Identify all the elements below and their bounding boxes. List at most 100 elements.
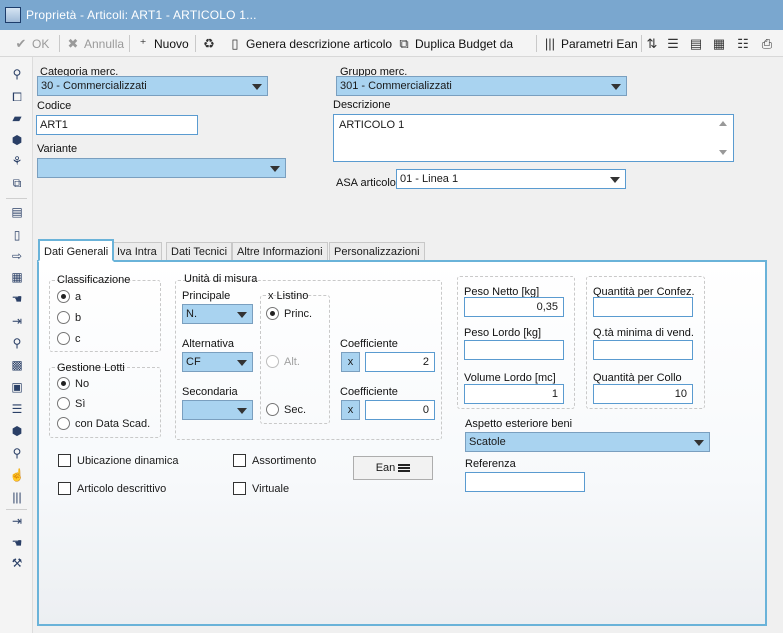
details-button[interactable]: ☷ xyxy=(736,33,754,54)
documents-icon[interactable]: ▤ xyxy=(9,204,25,220)
hand-icon[interactable]: ☚ xyxy=(9,291,25,307)
aspetto-select[interactable]: Scatole xyxy=(465,432,710,452)
copy-icon[interactable]: ⧉ xyxy=(9,175,25,191)
peso-lordo-field[interactable] xyxy=(464,340,564,360)
ean-button[interactable]: Ean xyxy=(353,456,433,480)
variante-select[interactable] xyxy=(37,158,286,178)
cancel-label: Annulla xyxy=(84,36,125,51)
assortimento-checkbox[interactable]: Assortimento xyxy=(233,454,316,467)
tools-icon[interactable]: ⚒ xyxy=(9,555,25,571)
indent-icon[interactable]: ⇥ xyxy=(9,313,25,329)
tab-personalizzazioni[interactable]: Personalizzazioni xyxy=(329,242,425,262)
cancel-button[interactable]: ✖ Annulla xyxy=(66,33,124,54)
ok-button[interactable]: ✔ OK xyxy=(14,33,50,54)
descrizione-value: ARTICOLO 1 xyxy=(339,119,405,131)
class-b-radio[interactable]: b xyxy=(57,311,81,324)
duplicate-budget-button[interactable]: ⧉ Duplica Budget da xyxy=(397,33,513,54)
generate-label: Genera descrizione articolo xyxy=(246,36,393,51)
tab-altre-informazioni[interactable]: Altre Informazioni xyxy=(232,242,328,262)
descrizione-field[interactable]: ARTICOLO 1 xyxy=(333,114,734,162)
gruppo-select[interactable]: 301 - Commercializzati xyxy=(336,76,627,96)
volume-label: Volume Lordo [mc] xyxy=(464,372,556,384)
coefficiente-1-field[interactable]: 2 xyxy=(365,352,435,372)
listino-alt-radio[interactable]: Alt. xyxy=(266,355,300,368)
tab-dati-generali[interactable]: Dati Generali xyxy=(38,239,115,262)
lotti-si-radio[interactable]: Sì xyxy=(57,397,85,410)
qta-collo-label: Quantità per Collo xyxy=(593,372,682,384)
search-doc-icon[interactable]: ⚲ xyxy=(9,335,25,351)
categoria-select[interactable]: 30 - Commercializzati xyxy=(37,76,268,96)
chevron-down-icon xyxy=(610,177,620,183)
tab-iva-intra[interactable]: Iva Intra xyxy=(112,242,162,262)
peso-netto-field[interactable]: 0,35 xyxy=(464,297,564,317)
um-title: Unità di misura xyxy=(184,273,258,285)
scroll-up-icon[interactable] xyxy=(719,121,727,126)
secondaria-select[interactable] xyxy=(182,400,253,420)
new-button[interactable]: ⁺ Nuovo xyxy=(136,33,189,54)
shield-icon[interactable]: ⬢ xyxy=(9,423,25,439)
ean-button-label: Ean xyxy=(375,462,396,474)
volume-value: 1 xyxy=(551,388,558,400)
qta-min-field[interactable] xyxy=(593,340,693,360)
left-sidebar: ⚲ ⧠ ▰ ⬢ ⚘ ⧉ ▤ ▯ ⇨ ▦ ☚ ⇥ ⚲ ▩ ▣ ☰ ⬢ ⚲ ☝ ||… xyxy=(0,57,33,633)
principale-select[interactable]: N. xyxy=(182,304,253,324)
lotti-data-radio[interactable]: con Data Scad. xyxy=(57,417,150,430)
print-button[interactable]: ⎙ xyxy=(760,33,778,54)
coefficiente-2-field[interactable]: 0 xyxy=(365,400,435,420)
lotti-no-radio[interactable]: No xyxy=(57,377,89,390)
table-icon[interactable]: ▦ xyxy=(9,269,25,285)
check-icon: ✔ xyxy=(15,35,27,51)
coefficiente-1-x-button[interactable]: x xyxy=(341,352,360,372)
document-icon: ▯ xyxy=(231,35,239,51)
list-button[interactable]: ☰ xyxy=(666,33,684,54)
referenza-field[interactable] xyxy=(465,472,585,492)
aspetto-value: Scatole xyxy=(469,436,506,448)
peso-netto-value: 0,35 xyxy=(536,301,558,313)
asa-label: ASA articolo xyxy=(336,177,396,189)
page-icon[interactable]: ▯ xyxy=(9,227,25,243)
calendar-icon[interactable]: ▣ xyxy=(9,379,25,395)
volume-field[interactable]: 1 xyxy=(464,384,564,404)
shield-icon[interactable]: ⬢ xyxy=(9,132,25,148)
listino-sec-radio[interactable]: Sec. xyxy=(266,403,306,416)
coefficiente-2-x-button[interactable]: x xyxy=(341,400,360,420)
grid-view-button[interactable]: ▦ xyxy=(712,33,730,54)
list-icon[interactable]: ☰ xyxy=(9,401,25,417)
hand-icon[interactable]: ☚ xyxy=(9,535,25,551)
export-icon[interactable]: ⇨ xyxy=(9,248,25,264)
categoria-value: 30 - Commercializzati xyxy=(41,80,147,92)
class-a-radio[interactable]: a xyxy=(57,290,81,303)
generate-description-button[interactable]: ▯ Genera descrizione articolo xyxy=(228,33,392,54)
search-icon[interactable]: ⚲ xyxy=(9,66,25,82)
articolo-descrittivo-checkbox[interactable]: Articolo descrittivo xyxy=(58,482,166,495)
asa-select[interactable]: 01 - Linea 1 xyxy=(396,169,626,189)
qta-collo-field[interactable]: 10 xyxy=(593,384,693,404)
alternativa-select[interactable]: CF xyxy=(182,352,253,372)
pointer-icon[interactable]: ☝ xyxy=(9,467,25,483)
sort-button[interactable]: ⇅ xyxy=(645,33,663,54)
class-c-radio[interactable]: c xyxy=(57,332,81,345)
refresh-button[interactable]: ♻ xyxy=(202,33,220,54)
barcode-icon[interactable]: ||| xyxy=(9,489,25,505)
form-view-button[interactable]: ▤ xyxy=(689,33,707,54)
tab-dati-tecnici[interactable]: Dati Tecnici xyxy=(166,242,233,262)
grid-icon[interactable]: ▩ xyxy=(9,357,25,373)
folder-icon[interactable]: ▰ xyxy=(9,110,25,126)
grid-icon: ▦ xyxy=(712,35,726,51)
codice-field[interactable]: ART1 xyxy=(36,115,198,135)
toolbar-separator xyxy=(195,35,196,52)
listino-title: x Listino xyxy=(268,290,309,302)
indent-icon[interactable]: ⇥ xyxy=(9,513,25,529)
virtuale-checkbox[interactable]: Virtuale xyxy=(233,482,289,495)
hierarchy-icon[interactable]: ⧠ xyxy=(9,89,25,105)
listino-princ-label: Princ. xyxy=(284,307,313,320)
scroll-down-icon[interactable] xyxy=(719,150,727,155)
search-doc-icon[interactable]: ⚲ xyxy=(9,445,25,461)
asa-value: 01 - Linea 1 xyxy=(400,173,459,185)
ean-parameters-button[interactable]: ||| Parametri Ean xyxy=(543,33,638,54)
barcode-icon: ||| xyxy=(544,35,556,51)
qta-confez-field[interactable] xyxy=(593,297,693,317)
listino-princ-radio[interactable]: Princ. xyxy=(266,307,312,320)
ubicazione-dinamica-checkbox[interactable]: Ubicazione dinamica xyxy=(58,454,179,467)
tree-icon[interactable]: ⚘ xyxy=(9,153,25,169)
